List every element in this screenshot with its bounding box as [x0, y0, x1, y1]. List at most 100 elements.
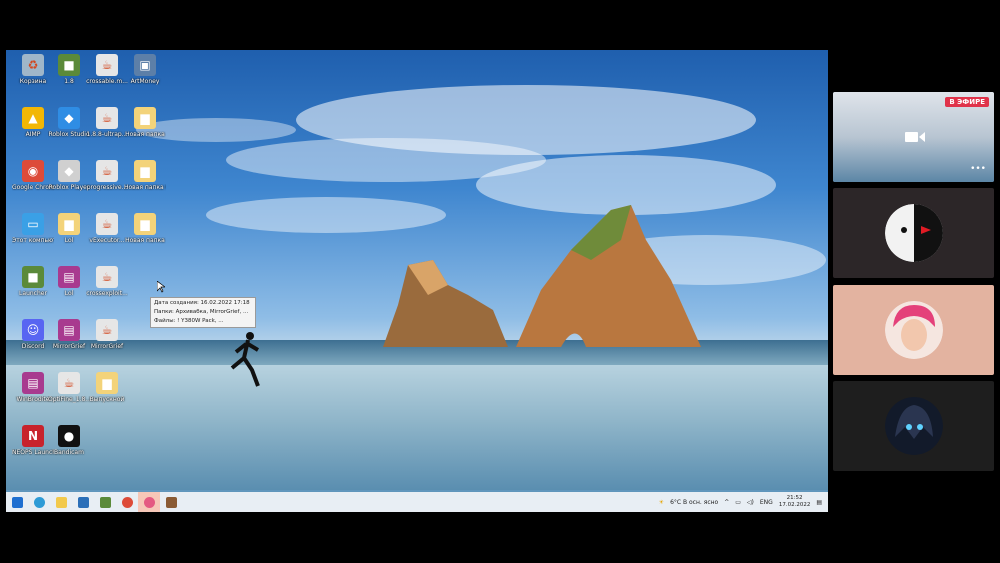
folder-icon: ▆ [96, 372, 118, 394]
desktop-icon-label: crossexploit... [86, 290, 128, 297]
desktop-icon-label: Выпускной [89, 396, 125, 403]
game-icon [165, 496, 177, 508]
clock[interactable]: 21:52 17.02.2022 [779, 495, 811, 509]
desktop-icon-label: ArtMoney [130, 78, 160, 85]
file-tooltip: Дата создания: 16.02.2022 17:18 Папки: А… [150, 297, 256, 328]
desktop-icon[interactable]: ▆ Новая папка [125, 213, 165, 244]
desktop-icon-label: crossable.m... [86, 78, 128, 85]
aimp-icon: ▲ [22, 107, 44, 129]
more-options-icon[interactable]: ••• [970, 164, 986, 174]
desktop-icon-label: Lol [64, 290, 74, 297]
desktop-icon-label: Новая папка [125, 237, 165, 244]
desktop-icon[interactable]: ▭Этот компьютер [12, 213, 54, 244]
desktop-icon[interactable]: ▲ AIMP [14, 107, 52, 138]
desktop-icon[interactable]: ▣ ArtMoney [126, 54, 164, 85]
language-indicator[interactable]: ENG [760, 499, 773, 506]
roblox-studio-icon: ◆ [58, 107, 80, 129]
desktop-icon[interactable]: ◆ Roblox Studio [48, 107, 90, 138]
desktop-icon[interactable]: ▆ Выпускной [88, 372, 126, 403]
desktop-icon[interactable]: ☕ OptiFine_1.8... [48, 372, 90, 403]
desktop-icon-label: MirrorGrief [90, 343, 124, 350]
participant-tile-screen[interactable]: В ЭФИРЕ ••• [833, 92, 994, 182]
avatar [884, 301, 943, 359]
runner-silhouette [230, 332, 260, 387]
winrar-icon: ▤ [58, 266, 80, 288]
chevron-up-icon[interactable]: ^ [724, 499, 729, 506]
minecraft-taskbar-button[interactable] [94, 492, 116, 512]
desktop-icon-label: Bandicam [54, 449, 84, 456]
desktop-icon[interactable]: NNEOPS Launcher [12, 425, 54, 456]
desktop-icon[interactable]: ▆ Новая папка (2) [124, 160, 166, 191]
tooltip-line: Дата создания: 16.02.2022 17:18 [154, 300, 250, 306]
tooltip-line: Файлы: ! Y380W Pack, ... [154, 318, 224, 324]
desktop-icon[interactable]: ◉ Google Chrome [12, 160, 54, 191]
participant-tile-3[interactable] [833, 381, 994, 471]
desktop-icon[interactable]: ☕ MirrorGrief [88, 319, 126, 350]
chrome-taskbar-button[interactable] [116, 492, 138, 512]
desktop-icon[interactable]: ◆ Roblox Player [48, 160, 90, 191]
java-icon: ☕ [96, 319, 118, 341]
desktop-icon[interactable]: ▤ WinBrodite [14, 372, 52, 403]
clock-date: 17.02.2022 [778, 502, 811, 508]
launcher-icon: N [22, 425, 44, 447]
winrar-icon: ▤ [58, 319, 80, 341]
java-icon: ☕ [96, 107, 118, 129]
desktop-icon-label: Новая папка [125, 131, 165, 138]
desktop-icon[interactable]: ▤ Lol [50, 266, 88, 297]
roblox-icon: ◆ [58, 160, 80, 182]
notifications-icon[interactable]: ▤ [816, 499, 822, 506]
volume-icon[interactable]: ◁) [747, 499, 754, 506]
avatar [884, 204, 943, 262]
desktop-icon-label: 1.8.8-ultrap... [86, 131, 128, 138]
desktop-icon[interactable]: ■ 1.8 [50, 54, 88, 85]
desktop-icon-label: progressive... [86, 184, 128, 191]
weather-text[interactable]: 6°C В осн. ясно [670, 499, 718, 506]
tooltip-line: Папки: Архивабка, MirrorGrief, ... [154, 309, 249, 315]
java-icon: ☕ [96, 160, 118, 182]
windows-start-taskbar-button[interactable] [6, 492, 28, 512]
desktop-icon-label: Новая папка (2) [124, 184, 166, 191]
mouse-cursor-icon [157, 281, 165, 293]
desktop-icon[interactable]: ☕ crossexploit... [86, 266, 128, 297]
network-icon[interactable]: ▭ [735, 499, 741, 506]
desktop-icon[interactable]: ☕ 1.8.8-ultrap... [86, 107, 128, 138]
app-icon: ▣ [134, 54, 156, 76]
weather-icon[interactable]: ☀ [659, 499, 664, 506]
desktop-icon[interactable]: ● Bandicam [50, 425, 88, 456]
participant-tile-1[interactable] [833, 188, 994, 278]
folder-icon: ▆ [58, 213, 80, 235]
taskbar: ☀ 6°C В осн. ясно ^ ▭ ◁) ENG 21:52 17.02… [6, 492, 828, 512]
minecraft-icon: ■ [58, 54, 80, 76]
java-icon: ☕ [96, 213, 118, 235]
edge-icon [33, 496, 45, 508]
mail-taskbar-button[interactable] [72, 492, 94, 512]
file-explorer-icon [55, 496, 67, 508]
desktop-icon[interactable]: ♻ Корзина [14, 54, 52, 85]
game-taskbar-button[interactable] [160, 492, 182, 512]
chrome-icon [121, 496, 133, 508]
desktop-icon[interactable]: ☕ vExecutor... [88, 213, 126, 244]
desktop-icon-label: Lol [64, 237, 74, 244]
system-tray: ☀ 6°C В осн. ясно ^ ▭ ◁) ENG 21:52 17.02… [659, 492, 822, 512]
active-app-taskbar-button[interactable] [138, 492, 160, 512]
desktop-icon[interactable]: ▤ MirrorGrief [50, 319, 88, 350]
desktop-icon[interactable]: ▆ Новая папка [125, 107, 165, 138]
desktop-icon[interactable]: ▆ Lol [50, 213, 88, 244]
folder-icon: ▆ [134, 107, 156, 129]
clock-time: 21:52 [786, 495, 803, 501]
desktop-icon[interactable]: ☕ crossable.m... [86, 54, 128, 85]
participant-tile-2[interactable] [833, 285, 994, 375]
java-icon: ☕ [96, 54, 118, 76]
desktop-icon-label: MirrorGrief [52, 343, 86, 350]
minecraft-icon [99, 496, 111, 508]
desktop-icon[interactable]: ■ Launcher [14, 266, 52, 297]
camera-off-icon[interactable] [905, 130, 925, 144]
file-explorer-taskbar-button[interactable] [50, 492, 72, 512]
desktop-icon[interactable]: ☕ progressive... [86, 160, 128, 191]
desktop-icon[interactable]: ☺ Discord [14, 319, 52, 350]
desktop-icon-label: Roblox Player [48, 184, 90, 191]
avatar [884, 397, 943, 455]
edge-taskbar-button[interactable] [28, 492, 50, 512]
minecraft-icon: ■ [22, 266, 44, 288]
active-app-icon [143, 496, 155, 508]
